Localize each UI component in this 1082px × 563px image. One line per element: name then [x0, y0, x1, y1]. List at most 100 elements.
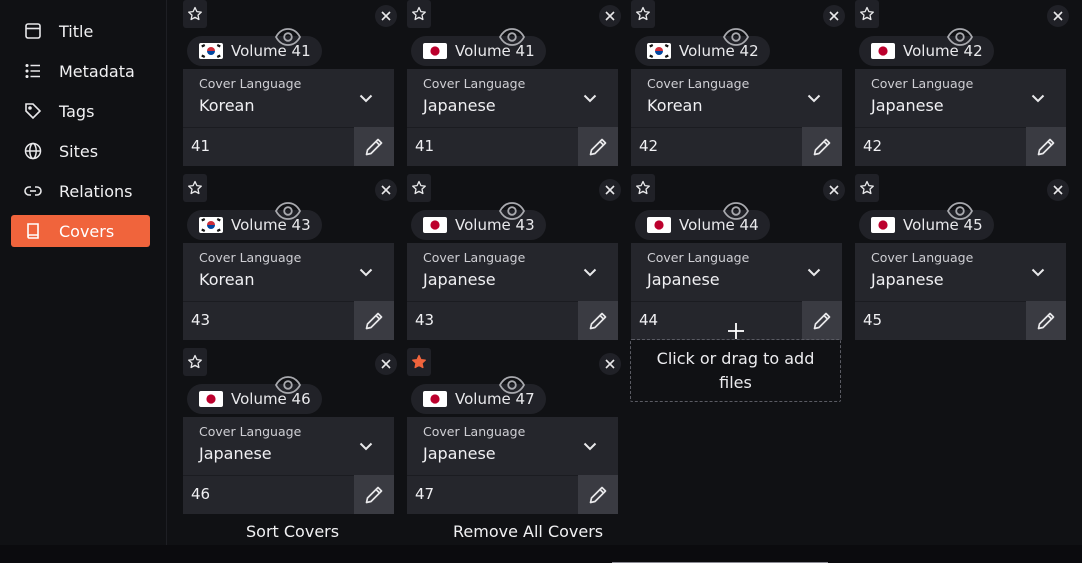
cover-language-select[interactable]: Cover Language Japanese	[855, 69, 1066, 127]
cover-language-select[interactable]: Cover Language Korean	[183, 243, 394, 301]
japan-flag	[423, 43, 447, 59]
edit-volume-button[interactable]	[354, 301, 394, 340]
sidebar-item-tags[interactable]: Tags	[11, 95, 150, 127]
volume-number-field[interactable]: 43	[407, 301, 578, 340]
cover-language-value: Japanese	[871, 96, 944, 115]
add-files-dropzone[interactable]: Click or drag to add files	[630, 339, 841, 402]
sidebar-item-label: Sites	[59, 141, 99, 161]
sidebar-item-label: Tags	[59, 101, 95, 121]
volume-number-field[interactable]: 45	[855, 301, 1026, 340]
remove-cover-button[interactable]	[375, 5, 397, 27]
star-icon	[635, 6, 651, 22]
cover-language-select[interactable]: Cover Language Japanese	[855, 243, 1066, 301]
volume-number-value: 47	[415, 485, 435, 503]
eye-icon[interactable]	[271, 26, 305, 48]
edit-volume-button[interactable]	[354, 475, 394, 514]
remove-cover-button[interactable]	[599, 353, 621, 375]
star-button[interactable]	[183, 174, 207, 202]
remove-cover-button[interactable]	[599, 5, 621, 27]
sidebar: Title Metadata Tags Sites Relations Cove…	[0, 0, 167, 545]
eye-icon[interactable]	[943, 200, 977, 222]
star-button[interactable]	[183, 0, 207, 28]
cover-language-select[interactable]: Cover Language Japanese	[407, 243, 618, 301]
remove-all-covers-button[interactable]: Remove All Covers	[453, 522, 603, 541]
sidebar-item-covers[interactable]: Covers	[11, 215, 150, 247]
star-button[interactable]	[631, 174, 655, 202]
volume-number-field[interactable]: 41	[407, 127, 578, 166]
cover-language-select[interactable]: Cover Language Japanese	[183, 417, 394, 475]
edit-volume-button[interactable]	[1026, 127, 1066, 166]
eye-icon[interactable]	[271, 374, 305, 396]
cover-language-value: Korean	[199, 96, 255, 115]
volume-number-field[interactable]: 44	[631, 301, 802, 340]
cover-card: Volume 41 Cover Language Korean 41	[183, 0, 397, 207]
sidebar-item-sites[interactable]: Sites	[11, 135, 150, 167]
cover-language-caption: Cover Language	[647, 250, 750, 265]
remove-cover-button[interactable]	[1047, 5, 1069, 27]
cover-language-select[interactable]: Cover Language Korean	[183, 69, 394, 127]
volume-number-field[interactable]: 42	[631, 127, 802, 166]
volume-number-field[interactable]: 46	[183, 475, 354, 514]
eye-icon[interactable]	[271, 200, 305, 222]
remove-cover-button[interactable]	[1047, 179, 1069, 201]
star-button[interactable]	[407, 0, 431, 28]
star-icon	[411, 180, 427, 196]
remove-cover-button[interactable]	[375, 179, 397, 201]
sidebar-item-title[interactable]: Title	[11, 15, 150, 47]
cover-card: Volume 42 Cover Language Korean 42	[631, 0, 845, 207]
cover-language-select[interactable]: Cover Language Korean	[631, 69, 842, 127]
volume-number-field[interactable]: 42	[855, 127, 1026, 166]
edit-volume-button[interactable]	[578, 301, 618, 340]
eye-icon[interactable]	[719, 26, 753, 48]
eye-icon[interactable]	[719, 200, 753, 222]
edit-volume-button[interactable]	[354, 127, 394, 166]
remove-cover-button[interactable]	[823, 5, 845, 27]
cover-language-caption: Cover Language	[871, 250, 974, 265]
volume-number-field[interactable]: 41	[183, 127, 354, 166]
chevron-down-icon	[1029, 89, 1047, 107]
close-icon	[1052, 10, 1064, 22]
star-button[interactable]	[855, 174, 879, 202]
star-button[interactable]	[183, 348, 207, 376]
cover-language-caption: Cover Language	[647, 76, 750, 91]
eye-icon[interactable]	[495, 200, 529, 222]
remove-cover-button[interactable]	[823, 179, 845, 201]
eye-icon[interactable]	[495, 26, 529, 48]
star-button[interactable]	[407, 174, 431, 202]
volume-number-value: 43	[191, 311, 211, 329]
sort-covers-button[interactable]: Sort Covers	[246, 522, 339, 541]
sidebar-item-metadata[interactable]: Metadata	[11, 55, 150, 87]
japan-flag	[647, 217, 671, 233]
edit-volume-button[interactable]	[802, 127, 842, 166]
eye-icon[interactable]	[495, 374, 529, 396]
eye-icon[interactable]	[943, 26, 977, 48]
star-button[interactable]	[407, 348, 431, 376]
close-icon	[380, 358, 392, 370]
japan-flag	[199, 391, 223, 407]
star-icon	[859, 6, 875, 22]
south-korea-flag	[199, 217, 223, 233]
edit-volume-button[interactable]	[578, 127, 618, 166]
close-icon	[604, 184, 616, 196]
sidebar-item-relations[interactable]: Relations	[11, 175, 150, 207]
star-button[interactable]	[855, 0, 879, 28]
volume-number-field[interactable]: 47	[407, 475, 578, 514]
close-icon	[828, 184, 840, 196]
chevron-down-icon	[357, 437, 375, 455]
edit-volume-button[interactable]	[1026, 301, 1066, 340]
remove-cover-button[interactable]	[599, 179, 621, 201]
cover-language-select[interactable]: Cover Language Japanese	[631, 243, 842, 301]
volume-number-value: 44	[639, 311, 659, 329]
cover-language-select[interactable]: Cover Language Japanese	[407, 69, 618, 127]
volume-number-field[interactable]: 43	[183, 301, 354, 340]
volume-number-value: 46	[191, 485, 211, 503]
star-icon	[859, 180, 875, 196]
edit-volume-button[interactable]	[802, 301, 842, 340]
star-icon	[187, 354, 203, 370]
cover-card: Volume 43 Cover Language Korean 43	[183, 174, 397, 381]
star-button[interactable]	[631, 0, 655, 28]
edit-volume-button[interactable]	[578, 475, 618, 514]
south-korea-flag	[199, 43, 223, 59]
cover-language-select[interactable]: Cover Language Japanese	[407, 417, 618, 475]
remove-cover-button[interactable]	[375, 353, 397, 375]
